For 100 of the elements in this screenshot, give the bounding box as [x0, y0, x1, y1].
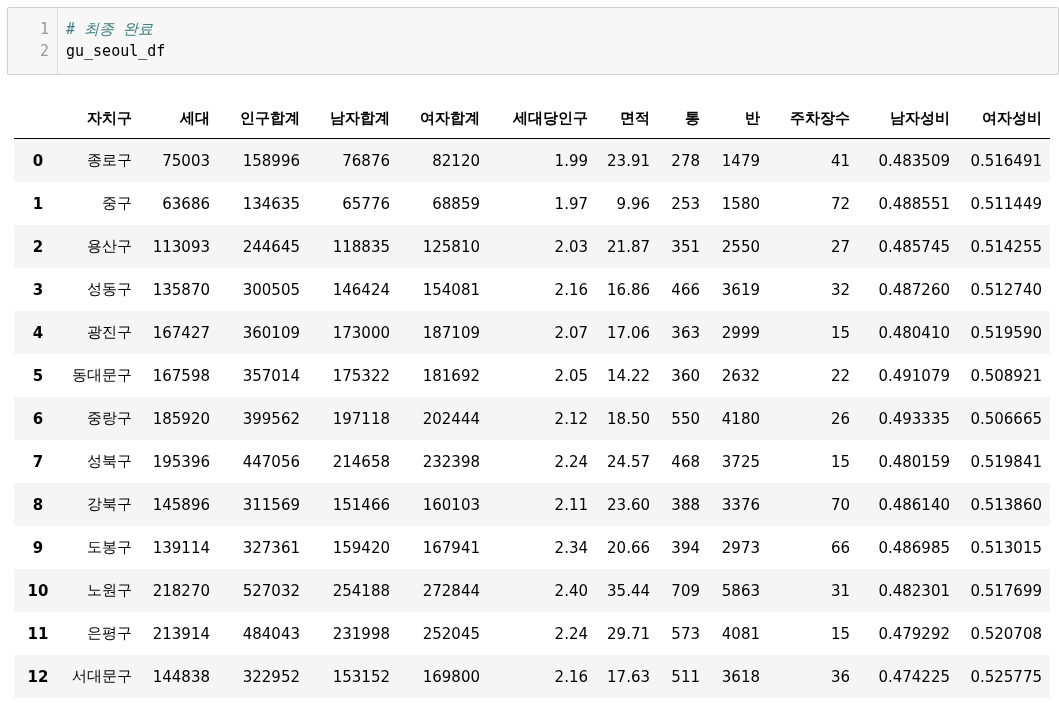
- table-cell: 72: [768, 182, 858, 225]
- table-cell: 26: [768, 397, 858, 440]
- table-cell: 0.512740: [958, 268, 1050, 311]
- table-cell: 146424: [308, 268, 398, 311]
- table-cell: 160103: [398, 483, 488, 526]
- table-cell: 327361: [218, 526, 308, 569]
- table-cell: 550: [658, 397, 708, 440]
- table-cell: 23.91: [596, 138, 658, 182]
- table-cell: 22: [768, 354, 858, 397]
- table-cell: 363: [658, 311, 708, 354]
- table-cell: 0.513015: [958, 526, 1050, 569]
- table-cell: 65776: [308, 182, 398, 225]
- table-cell: 154081: [398, 268, 488, 311]
- table-cell: 29.71: [596, 612, 658, 655]
- line-number: 2: [39, 41, 49, 62]
- row-index: 1: [14, 182, 62, 225]
- table-cell: 0.514255: [958, 225, 1050, 268]
- table-cell: 0.479292: [858, 612, 958, 655]
- table-cell: 144838: [140, 655, 218, 698]
- table-cell: 511: [658, 655, 708, 698]
- table-cell: 18.50: [596, 397, 658, 440]
- table-cell: 24.57: [596, 440, 658, 483]
- table-cell: 3618: [708, 655, 768, 698]
- table-cell: 2632: [708, 354, 768, 397]
- table-cell: 232398: [398, 440, 488, 483]
- table-cell: 0.482301: [858, 569, 958, 612]
- table-cell: 167427: [140, 311, 218, 354]
- table-cell: 서대문구: [62, 655, 140, 698]
- column-header: 여자성비: [958, 98, 1050, 139]
- table-cell: 151466: [308, 483, 398, 526]
- table-cell: 2999: [708, 311, 768, 354]
- table-cell: 2.40: [488, 569, 596, 612]
- table-cell: 70: [768, 483, 858, 526]
- table-cell: 2.03: [488, 225, 596, 268]
- table-cell: 231998: [308, 612, 398, 655]
- table-cell: 27: [768, 225, 858, 268]
- table-cell: 은평구: [62, 612, 140, 655]
- table-cell: 3725: [708, 440, 768, 483]
- table-cell: 17.06: [596, 311, 658, 354]
- table-cell: 175322: [308, 354, 398, 397]
- table-cell: 167941: [398, 526, 488, 569]
- table-cell: 15: [768, 612, 858, 655]
- table-cell: 351: [658, 225, 708, 268]
- table-cell: 3376: [708, 483, 768, 526]
- column-header: 면적: [596, 98, 658, 139]
- row-index: 4: [14, 311, 62, 354]
- table-cell: 중구: [62, 182, 140, 225]
- table-cell: 2.24: [488, 612, 596, 655]
- table-cell: 195396: [140, 440, 218, 483]
- row-index: 5: [14, 354, 62, 397]
- table-cell: 82120: [398, 138, 488, 182]
- table-cell: 66: [768, 526, 858, 569]
- column-header: 인구합계: [218, 98, 308, 139]
- table-cell: 35.44: [596, 569, 658, 612]
- table-cell: 동대문구: [62, 354, 140, 397]
- table-cell: 광진구: [62, 311, 140, 354]
- table-cell: 0.486985: [858, 526, 958, 569]
- table-cell: 성동구: [62, 268, 140, 311]
- table-cell: 15: [768, 440, 858, 483]
- table-cell: 153152: [308, 655, 398, 698]
- code-line: gu_seoul_df: [66, 41, 166, 62]
- table-cell: 강북구: [62, 483, 140, 526]
- table-cell: 0.483509: [858, 138, 958, 182]
- table-cell: 135870: [140, 268, 218, 311]
- column-header: 남자합계: [308, 98, 398, 139]
- table-cell: 21.87: [596, 225, 658, 268]
- row-index: 6: [14, 397, 62, 440]
- table-cell: 68859: [398, 182, 488, 225]
- table-cell: 213914: [140, 612, 218, 655]
- table-cell: 447056: [218, 440, 308, 483]
- table-cell: 20.66: [596, 526, 658, 569]
- table-cell: 185920: [140, 397, 218, 440]
- column-header: 세대당인구: [488, 98, 596, 139]
- table-cell: 0.491079: [858, 354, 958, 397]
- table-cell: 23.60: [596, 483, 658, 526]
- table-cell: 5863: [708, 569, 768, 612]
- table-cell: 36: [768, 655, 858, 698]
- table-cell: 278: [658, 138, 708, 182]
- table-cell: 2.07: [488, 311, 596, 354]
- table-cell: 중랑구: [62, 397, 140, 440]
- code-cell[interactable]: 1 2 # 최종 완료 gu_seoul_df: [7, 7, 1059, 75]
- table-cell: 253: [658, 182, 708, 225]
- table-cell: 1.99: [488, 138, 596, 182]
- table-cell: 15: [768, 311, 858, 354]
- table-cell: 4081: [708, 612, 768, 655]
- table-cell: 4180: [708, 397, 768, 440]
- table-cell: 0.480159: [858, 440, 958, 483]
- table-cell: 75003: [140, 138, 218, 182]
- row-index: 8: [14, 483, 62, 526]
- table-cell: 527032: [218, 569, 308, 612]
- table-cell: 2973: [708, 526, 768, 569]
- column-header: 자치구: [62, 98, 140, 139]
- table-cell: 0.508921: [958, 354, 1050, 397]
- code-comment: # 최종 완료: [66, 19, 155, 40]
- table-cell: 노원구: [62, 569, 140, 612]
- table-cell: 2550: [708, 225, 768, 268]
- row-index: 9: [14, 526, 62, 569]
- table-cell: 181692: [398, 354, 488, 397]
- table-cell: 2.16: [488, 655, 596, 698]
- row-index: 3: [14, 268, 62, 311]
